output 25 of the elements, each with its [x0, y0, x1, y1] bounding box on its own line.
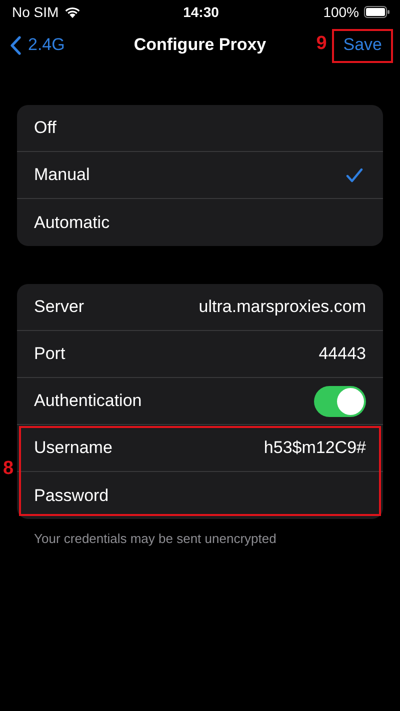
field-label: Port [34, 344, 66, 364]
proxy-option[interactable]: Automatic [17, 199, 383, 246]
save-button[interactable]: Save [343, 35, 382, 55]
battery-icon [364, 6, 390, 18]
input-field[interactable]: ultra.marsproxies.com [156, 297, 366, 317]
input-field[interactable]: 44443 [156, 344, 366, 364]
screen-title: Configure Proxy [134, 35, 266, 55]
input-field[interactable]: h53$m12C9# [156, 438, 366, 458]
battery-percent: 100% [323, 4, 359, 20]
wifi-icon [64, 6, 81, 18]
back-chevron-icon [10, 36, 21, 54]
proxy-option[interactable]: Manual [17, 152, 383, 199]
carrier-text: No SIM [12, 4, 59, 20]
field-label: Password [34, 486, 109, 506]
clock-time: 14:30 [183, 4, 219, 20]
back-button[interactable]: 2.4G [10, 35, 65, 55]
annotation-number: 8 [3, 458, 14, 480]
proxy-option[interactable]: Off [17, 105, 383, 152]
field-label: Username [34, 438, 112, 458]
annotation-frame [332, 29, 393, 63]
field-label: Authentication [34, 391, 142, 411]
toggle-switch[interactable] [314, 386, 366, 416]
field-label: Server [34, 297, 84, 317]
annotation-number: 9 [316, 33, 327, 55]
footer-note: Your credentials may be sent unencrypted [34, 531, 278, 546]
